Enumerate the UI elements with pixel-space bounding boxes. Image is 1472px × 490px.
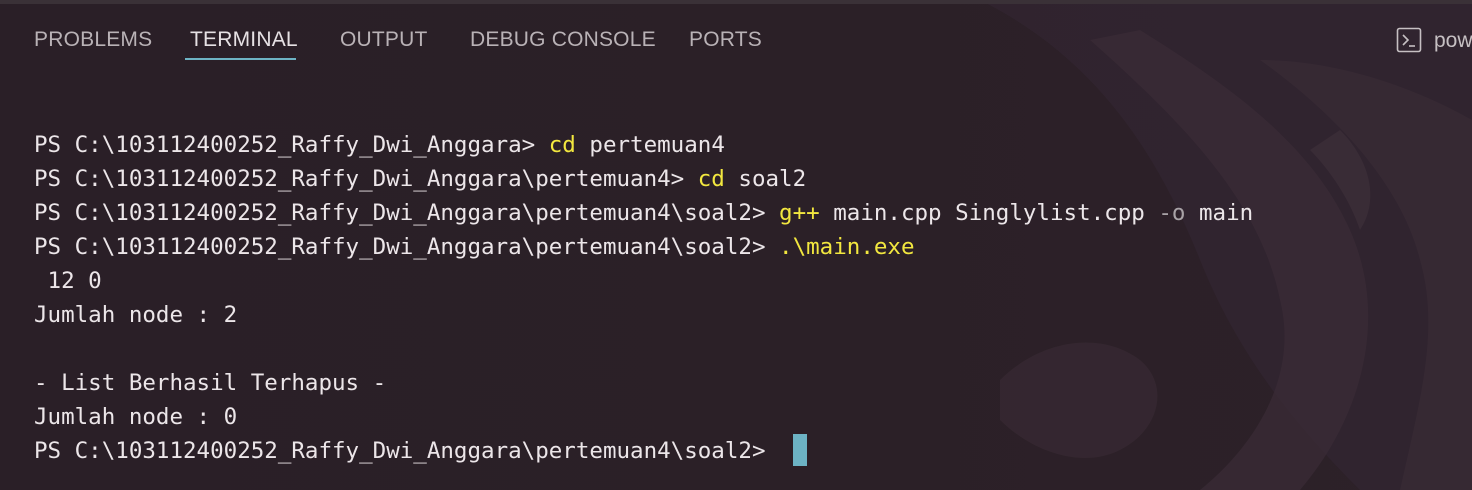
command-args: main.cpp Singlylist.cpp [819,200,1159,226]
terminal-output[interactable]: PS C:\103112400252_Raffy_Dwi_Anggara> cd… [34,128,1454,468]
prompt-text: PS C:\103112400252_Raffy_Dwi_Anggara\per… [34,438,780,464]
terminal-line: PS C:\103112400252_Raffy_Dwi_Anggara\per… [34,162,1454,196]
tab-problems[interactable]: PROBLEMS [34,24,152,60]
tab-debug-console[interactable]: DEBUG CONSOLE [470,24,656,60]
shell-label: pow [1434,29,1472,52]
tab-output[interactable]: OUTPUT [340,24,428,60]
terminal-line: PS C:\103112400252_Raffy_Dwi_Anggara\per… [34,230,1454,264]
terminal-icon [1396,27,1422,53]
terminal-line: PS C:\103112400252_Raffy_Dwi_Anggara> cd… [34,128,1454,162]
command-text: cd [548,132,576,158]
tab-ports[interactable]: PORTS [689,24,762,60]
command-flag: -o [1158,200,1186,226]
terminal-line: PS C:\103112400252_Raffy_Dwi_Anggara\per… [34,196,1454,230]
command-text: cd [697,166,725,192]
terminal-shell-selector[interactable]: pow [1396,27,1472,55]
command-args: main [1185,200,1254,226]
prompt-text: PS C:\103112400252_Raffy_Dwi_Anggara\per… [34,234,780,260]
prompt-text: PS C:\103112400252_Raffy_Dwi_Anggara\per… [34,166,698,192]
terminal-line: PS C:\103112400252_Raffy_Dwi_Anggara\per… [34,433,1454,468]
output-line: Jumlah node : 0 [34,404,238,430]
output-line: 12 0 [34,268,102,294]
prompt-text: PS C:\103112400252_Raffy_Dwi_Anggara> [34,132,549,158]
terminal-panel: PROBLEMS TERMINAL OUTPUT DEBUG CONSOLE P… [0,0,1472,490]
panel-top-border [0,0,1472,4]
command-text: .\main.exe [779,234,915,260]
tab-terminal[interactable]: TERMINAL [190,24,298,60]
output-line: Jumlah node : 2 [34,302,238,328]
terminal-cursor [793,433,808,466]
active-tab-indicator [185,58,296,60]
output-line: - List Berhasil Terhapus - [34,370,387,396]
prompt-text: PS C:\103112400252_Raffy_Dwi_Anggara\per… [34,200,780,226]
command-text: g++ [779,200,820,226]
command-args: pertemuan4 [575,132,725,158]
command-args: soal2 [724,166,807,192]
